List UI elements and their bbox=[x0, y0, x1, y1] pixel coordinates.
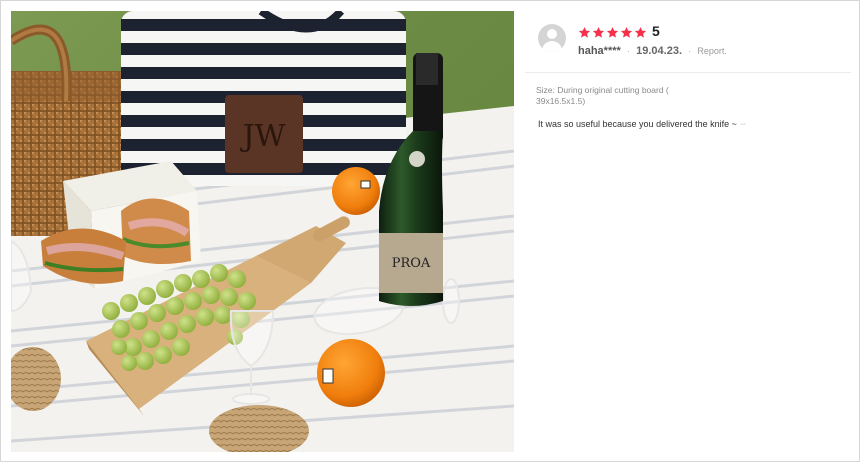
review-date: 19.04.23. bbox=[636, 45, 683, 57]
emoji-icon: ∽ bbox=[739, 119, 747, 129]
review-header: 5 haha**** · 19.04.23. · Report. bbox=[525, 11, 851, 73]
purchase-option: Size: During original cutting board ( 39… bbox=[536, 85, 669, 106]
star-icon bbox=[578, 26, 591, 39]
tote-bag-image: JW bbox=[121, 11, 406, 186]
star-icon bbox=[620, 26, 633, 39]
star-icon bbox=[634, 26, 647, 39]
bottle-label-text: PROA bbox=[392, 256, 431, 271]
report-link[interactable]: Report. bbox=[697, 46, 727, 56]
meta-separator: · bbox=[688, 45, 692, 57]
meta-separator: · bbox=[626, 45, 631, 57]
rating-value: 5 bbox=[652, 23, 660, 39]
reviewer-username: haha**** bbox=[578, 45, 621, 57]
review-text: It was so useful because you delivered t… bbox=[538, 119, 737, 129]
review-photo[interactable]: JW PROA bbox=[11, 11, 514, 452]
review-panel: 5 haha**** · 19.04.23. · Report. Size: D… bbox=[525, 11, 851, 452]
star-icon bbox=[592, 26, 605, 39]
star-rating bbox=[578, 24, 648, 40]
star-icon bbox=[606, 26, 619, 39]
review-body: It was so useful because you delivered t… bbox=[538, 119, 838, 130]
review-meta: haha**** · 19.04.23. · Report. bbox=[578, 44, 727, 58]
review-card: JW PROA 5 haha**** · 19.04.23. · Report.… bbox=[0, 0, 860, 462]
user-avatar-icon bbox=[538, 24, 566, 52]
bag-logo: JW bbox=[240, 119, 286, 154]
